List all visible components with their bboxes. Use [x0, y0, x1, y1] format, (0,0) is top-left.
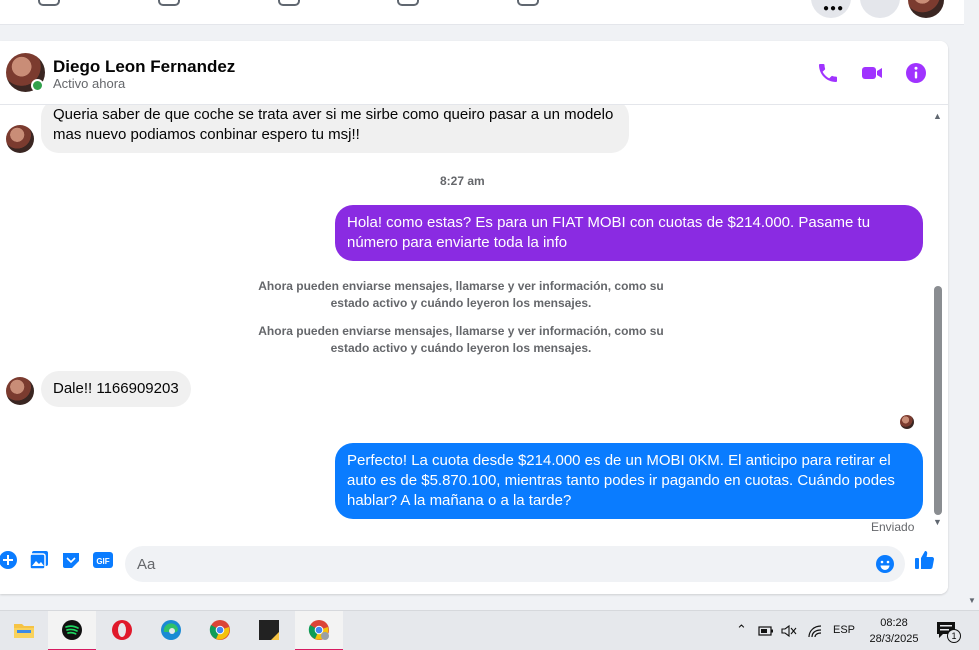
system-notice: Ahora pueden enviarse mensajes, llamarse…: [258, 279, 664, 310]
message-timestamp: 8:27 am: [440, 174, 485, 188]
emoji-button[interactable]: [875, 554, 895, 574]
home-nav-icon[interactable]: [278, 0, 300, 6]
attach-photo-button[interactable]: [29, 550, 49, 570]
video-icon: [862, 67, 882, 79]
like-button[interactable]: [914, 549, 935, 570]
phone-icon: [819, 64, 837, 82]
taskbar-chrome-profile[interactable]: [295, 611, 343, 650]
outgoing-message[interactable]: Hola! como estas? Es para un FIAT MOBI c…: [335, 205, 923, 261]
scroll-down-arrow-icon[interactable]: ▼: [968, 596, 976, 605]
folder-icon: [14, 624, 34, 638]
taskbar-spotify[interactable]: [48, 611, 96, 650]
gaming-nav-icon[interactable]: [517, 0, 539, 6]
sender-avatar[interactable]: [6, 377, 34, 405]
message-input-wrapper[interactable]: [125, 546, 905, 582]
sender-avatar[interactable]: [6, 125, 34, 153]
like-icon: [915, 551, 935, 570]
spotify-icon: [62, 620, 82, 640]
chat-header: Diego Leon Fernandez Activo ahora: [0, 41, 948, 105]
emoji-icon: [876, 555, 894, 573]
scroll-up-arrow-icon[interactable]: ▲: [933, 111, 942, 121]
taskbar-chrome[interactable]: [196, 611, 244, 650]
chat-window: Diego Leon Fernandez Activo ahora Queria…: [0, 41, 948, 594]
photo-icon: [29, 551, 48, 570]
info-icon: [906, 63, 926, 83]
scrollbar-thumb[interactable]: [934, 286, 942, 515]
sticker-button[interactable]: [61, 550, 81, 570]
page-scrollbar[interactable]: ▼: [964, 0, 979, 610]
input-language[interactable]: ESP: [833, 624, 855, 636]
contact-name[interactable]: Diego Leon Fernandez: [53, 57, 235, 77]
seen-receipt-avatar: [900, 415, 914, 429]
opera-icon: [112, 620, 132, 640]
clock-time: 08:28: [880, 617, 908, 629]
message-composer: GIF: [0, 537, 948, 594]
chrome-profile-icon: [308, 620, 329, 640]
taskbar-file-explorer[interactable]: [0, 611, 48, 650]
sticker-icon: [63, 553, 79, 568]
profile-avatar[interactable]: [908, 0, 944, 18]
volume-muted-icon[interactable]: [781, 624, 797, 638]
taskbar-sticky-notes[interactable]: [245, 611, 293, 650]
battery-icon[interactable]: [758, 625, 774, 637]
clock-date: 28/3/2025: [869, 633, 919, 645]
video-call-button[interactable]: [860, 61, 884, 85]
outgoing-message[interactable]: Perfecto! La cuota desde $214.000 es de …: [335, 443, 923, 519]
chrome-icon: [209, 620, 230, 640]
chat-scrollbar[interactable]: ▲ ▼: [931, 111, 943, 529]
windows-taskbar: ⌃ ESP 08:28 28/3/2025 1: [0, 610, 979, 650]
system-tray: ⌃ ESP: [732, 611, 855, 650]
conversation-info-button[interactable]: [904, 61, 928, 85]
svg-text:GIF: GIF: [96, 557, 109, 566]
sticky-notes-icon: [259, 620, 279, 640]
incoming-message[interactable]: Dale!! 1166909203: [41, 371, 191, 407]
groups-nav-icon[interactable]: [397, 0, 419, 6]
show-hidden-icons-chevron-icon[interactable]: ⌃: [736, 622, 747, 638]
taskbar-edge[interactable]: [147, 611, 195, 650]
gif-icon: GIF: [93, 552, 113, 568]
wifi-icon[interactable]: [807, 624, 823, 638]
scroll-down-arrow-icon[interactable]: ▼: [933, 517, 942, 527]
menu-dots-icon: ●●●: [823, 3, 845, 14]
call-button[interactable]: [816, 61, 840, 85]
gif-button[interactable]: GIF: [92, 550, 113, 570]
contact-status: Activo ahora: [53, 76, 126, 91]
menu-button[interactable]: ●●●: [811, 0, 851, 18]
incoming-message[interactable]: Queria saber de que coche se trata aver …: [41, 99, 629, 153]
edge-icon: [161, 620, 181, 640]
message-input[interactable]: [137, 546, 857, 582]
delivery-status: Enviado: [871, 520, 915, 534]
marketplace-nav-icon[interactable]: [38, 0, 60, 6]
watch-nav-icon[interactable]: [158, 0, 180, 6]
taskbar-clock[interactable]: 08:28 28/3/2025: [862, 615, 926, 647]
message-list[interactable]: Queria saber de que coche se trata aver …: [0, 99, 948, 537]
online-status-dot: [31, 79, 44, 92]
taskbar-opera[interactable]: [98, 611, 146, 650]
system-notice: Ahora pueden enviarse mensajes, llamarse…: [258, 324, 664, 355]
plus-circle-icon: [0, 551, 17, 569]
more-actions-button[interactable]: [0, 550, 18, 570]
notification-center-button[interactable]: 1: [936, 621, 962, 643]
notifications-button[interactable]: [860, 0, 900, 18]
notification-count-badge: 1: [947, 629, 961, 643]
facebook-top-nav: ●●●: [0, 0, 964, 25]
